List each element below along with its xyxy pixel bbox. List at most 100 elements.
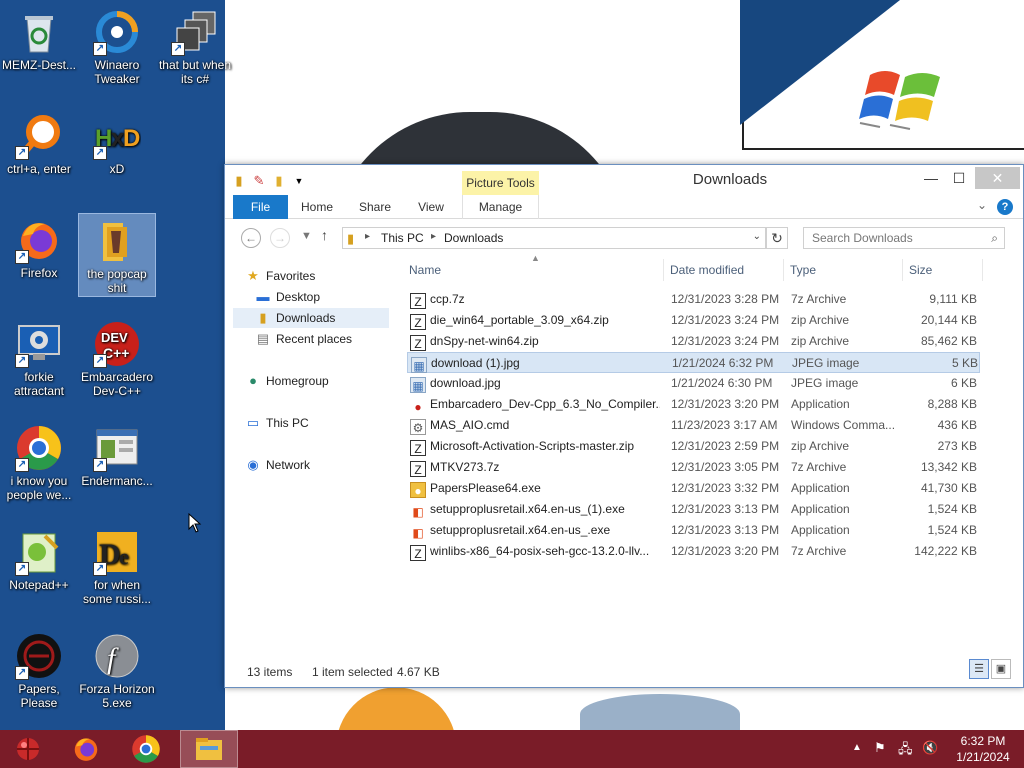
column-type[interactable]: Type — [784, 259, 903, 281]
tab-view[interactable]: View — [411, 195, 451, 219]
expand-ribbon-icon[interactable]: ⌄ — [977, 198, 987, 212]
file-date: 11/23/2023 3:17 AM — [671, 418, 778, 432]
desktop-icon-label: for when some russi... — [82, 578, 151, 606]
file-row[interactable]: Zccp.7z 12/31/2023 3:28 PM 7z Archive 9,111… — [407, 289, 980, 310]
title-bar[interactable]: ▮ ✎ ▮ ▼ Picture Tools Downloads — ☐ ✕ — [225, 165, 1023, 195]
taskbar-chrome[interactable] — [118, 730, 174, 768]
desktop-icon-firefox[interactable]: ↗ Firefox — [0, 216, 78, 280]
up-button[interactable]: ↑ — [321, 227, 328, 243]
folder-icon — [93, 217, 141, 265]
file-name-cell: Zwinlibs-x86_64-posix-seh-gcc-13.2.0-llv… — [410, 541, 660, 562]
volume-muted-icon[interactable]: 🔇 — [922, 740, 938, 756]
column-name[interactable]: Name — [403, 259, 664, 281]
file-row[interactable]: Zdie_win64_portable_3.09_x64.zip 12/31/20… — [407, 310, 980, 331]
minimize-button[interactable]: — — [918, 167, 944, 189]
start-button[interactable] — [0, 730, 56, 768]
nav-label: Downloads — [276, 311, 336, 325]
file-row[interactable]: ▦ download.jpg 1/21/2024 6:30 PM JPEG image… — [407, 373, 980, 394]
file-size: 5 KB — [951, 356, 978, 370]
desktop-icon-ctrl-a[interactable]: ↗ ctrl+a, enter — [0, 112, 78, 176]
search-placeholder: Search Downloads — [812, 231, 913, 245]
chevron-down-icon[interactable]: ⌄ — [753, 231, 761, 242]
properties-icon[interactable]: ✎ — [251, 173, 267, 189]
settings-monitor-icon: ↗ — [15, 320, 63, 368]
taskbar-file-explorer[interactable] — [180, 730, 238, 768]
desktop-icon-winaero[interactable]: ↗ Winaero Tweaker — [78, 8, 156, 86]
desktop-icon-devcpp[interactable]: DEV C++ ↗ Embarcadero Dev-C++ — [78, 320, 156, 398]
file-row[interactable]: ⚙ MAS_AIO.cmd 11/23/2023 3:17 AM Windows Co… — [407, 415, 980, 436]
firefox-icon — [74, 738, 98, 761]
nav-network[interactable]: ◉ Network — [245, 455, 310, 475]
file-row[interactable]: ◧ setupproplusretail.x64.en-us_(1).exe 12/… — [407, 499, 980, 520]
nav-downloads[interactable]: ▮ Downloads — [233, 308, 389, 328]
file-row[interactable]: Z MTKV273.7z 12/31/2023 3:05 PM 7z Archive 1… — [407, 457, 980, 478]
explorer-window[interactable]: ▮ ✎ ▮ ▼ Picture Tools Downloads — ☐ ✕ Fi… — [224, 164, 1024, 688]
column-date-modified[interactable]: Date modified — [664, 259, 784, 281]
breadcrumb-downloads[interactable]: Downloads — [444, 231, 503, 245]
file-name-cell: Zccp.7z — [410, 289, 660, 310]
file-row[interactable]: ZdnSpy-net-win64.zip 12/31/2023 3:24 PM zi… — [407, 331, 980, 352]
maximize-button[interactable]: ☐ — [946, 167, 972, 189]
tab-file[interactable]: File — [233, 195, 288, 219]
folder-icon[interactable]: ▮ — [231, 173, 247, 189]
search-input[interactable]: Search Downloads ⌕ — [803, 227, 1005, 249]
shortcut-arrow-icon: ↗ — [15, 354, 29, 368]
recent-places-icon: ▤ — [256, 331, 270, 346]
nav-this-pc[interactable]: ▭ This PC — [245, 413, 309, 433]
desktop-icon-label: Winaero Tweaker — [94, 58, 140, 86]
tab-home[interactable]: Home — [295, 195, 339, 219]
nav-homegroup[interactable]: ● Homegroup — [245, 371, 329, 391]
file-row[interactable]: ◧ setupproplusretail.x64.en-us_.exe 12/31/… — [407, 520, 980, 541]
file-row[interactable]: Zwinlibs-x86_64-posix-seh-gcc-13.2.0-llv… — [407, 541, 980, 562]
svg-text:e: e — [119, 544, 129, 569]
large-icons-view-button[interactable]: ▣ — [991, 659, 1011, 679]
hxd-icon: HxD ↗ — [93, 112, 141, 160]
desktop-icon-chrome[interactable]: ↗ i know you people we... — [0, 424, 78, 502]
desktop-icon-papers-please[interactable]: ↗ Papers, Please — [0, 632, 78, 710]
action-center-flag-icon[interactable]: ⚑ — [874, 740, 886, 756]
desktop-icon-popcap[interactable]: the popcap shit — [78, 213, 156, 297]
nav-favorites[interactable]: ★ Favorites — [245, 266, 315, 286]
network-tray-icon[interactable]: 🖧 — [898, 740, 913, 762]
new-folder-icon[interactable]: ▮ — [271, 173, 287, 189]
nav-label: Favorites — [266, 269, 316, 283]
close-button[interactable]: ✕ — [975, 167, 1020, 189]
taskbar-clock[interactable]: 6:32 PM 1/21/2024 — [948, 733, 1018, 765]
desktop-icon-notepadpp[interactable]: ↗ Notepad++ — [0, 528, 78, 592]
file-row[interactable]: ● Embarcadero_Dev-Cpp_6.3_No_Compiler... 1… — [407, 394, 980, 415]
desktop-icon-endermanch[interactable]: ↗ Endermanc... — [78, 424, 156, 488]
tab-share[interactable]: Share — [353, 195, 397, 219]
column-size[interactable]: Size — [903, 259, 983, 281]
show-hidden-icons-button[interactable]: ▲ — [852, 742, 862, 753]
file-row[interactable]: Z Microsoft-Activation-Scripts-master.zip… — [407, 436, 980, 457]
file-name-cell: ◧ setupproplusretail.x64.en-us_.exe — [410, 520, 660, 541]
file-row[interactable]: ● PapersPlease64.exe 12/31/2023 3:32 PM App… — [407, 478, 980, 499]
desktop-icon-xd[interactable]: HxD ↗ xD — [78, 112, 156, 176]
help-icon[interactable]: ? — [997, 199, 1013, 215]
file-type: JPEG image — [791, 376, 859, 390]
address-bar[interactable]: ▮ ▸ This PC ▸ Downloads ⌄ — [342, 227, 766, 249]
nav-recent-places[interactable]: ▤ Recent places — [255, 329, 352, 349]
details-view-button[interactable]: ☰ — [969, 659, 989, 679]
desktop-icon-die[interactable]: De ↗ for when some russi... — [78, 528, 156, 606]
taskbar-firefox[interactable] — [58, 730, 114, 768]
shortcut-arrow-icon: ↗ — [171, 42, 185, 56]
tab-manage[interactable]: Manage — [462, 195, 539, 219]
file-row[interactable]: ▦ download (1).jpg 1/21/2024 6:32 PM JPEG i… — [407, 352, 980, 373]
refresh-button[interactable]: ↻ — [766, 227, 788, 249]
desktop-icon-label: Embarcadero Dev-C++ — [80, 370, 154, 398]
breadcrumb-this-pc[interactable]: This PC — [381, 231, 424, 245]
desktop-icon-that-but-when[interactable]: ↗ that but when its c# — [156, 8, 234, 86]
desktop-icon-forkie[interactable]: ↗ forkie attractant — [0, 320, 78, 398]
file-name-cell: ◧ setupproplusretail.x64.en-us_(1).exe — [410, 499, 660, 520]
network-icon: ◉ — [247, 457, 259, 472]
desktop-icon-forza[interactable]: f Forza Horizon 5.exe — [78, 632, 156, 710]
forward-button[interactable]: → — [270, 228, 290, 248]
file-name: download (1).jpg — [431, 356, 520, 370]
desktop-icon-memz[interactable]: MEMZ-Dest... — [0, 8, 78, 72]
chevron-down-icon[interactable]: ▼ — [291, 173, 307, 189]
back-button[interactable]: ← — [241, 228, 261, 248]
recent-locations-icon[interactable]: ▼ — [301, 230, 312, 242]
file-date: 12/31/2023 3:28 PM — [671, 292, 780, 306]
nav-desktop[interactable]: ▬ Desktop — [255, 287, 321, 307]
